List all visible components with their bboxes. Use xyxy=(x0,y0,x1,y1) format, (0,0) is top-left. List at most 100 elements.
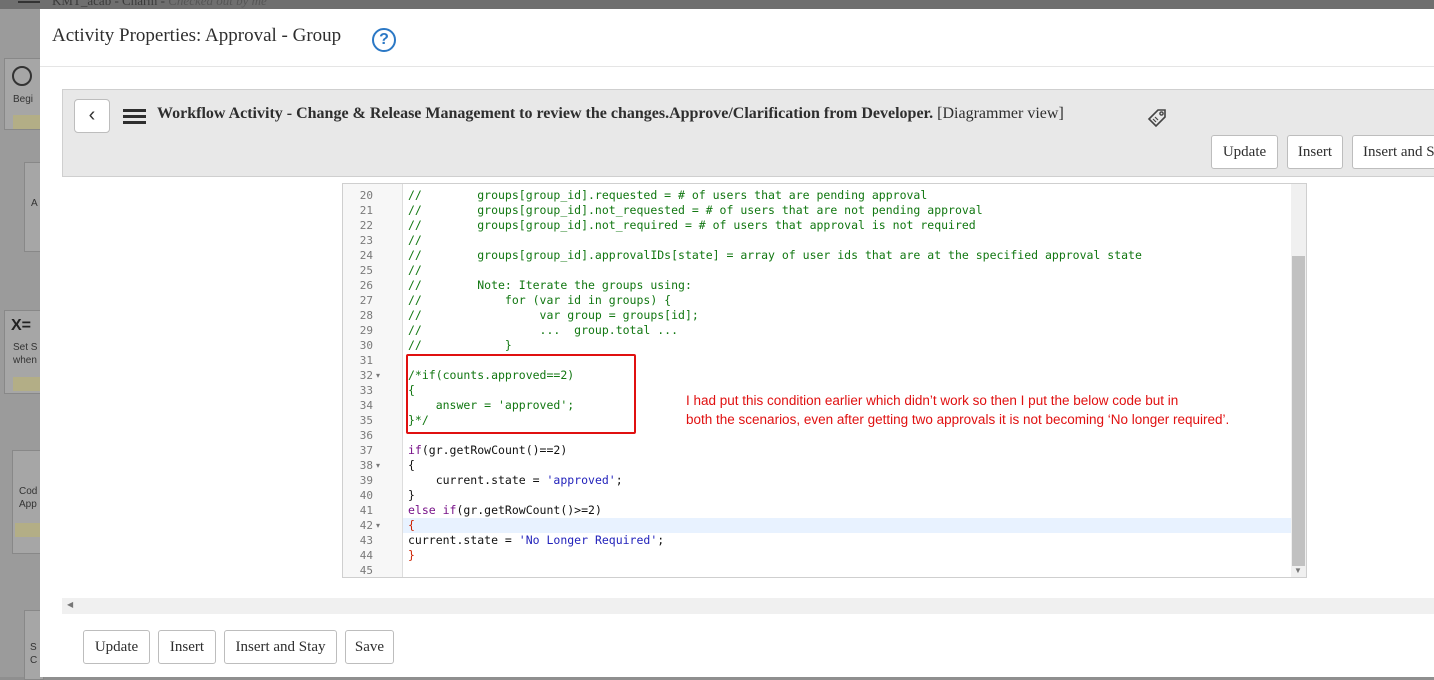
code-line[interactable]: // groups[group_id].not_requested = # of… xyxy=(403,203,1291,218)
bg-activity-begin: Begi xyxy=(4,58,45,130)
play-icon xyxy=(12,66,32,86)
line-number: 20 xyxy=(359,189,373,202)
code-token: current.state = xyxy=(408,533,519,547)
line-number: 31 xyxy=(359,354,373,367)
update-button-top[interactable]: Update xyxy=(1211,135,1278,169)
line-number: 45 xyxy=(359,564,373,577)
bg-card-label: S C xyxy=(30,642,38,666)
insert-and-stay-button[interactable]: Insert and Stay xyxy=(224,630,337,664)
code-line[interactable]: } xyxy=(403,488,1291,503)
line-number: 38 xyxy=(359,459,373,472)
code-token: { xyxy=(408,518,415,532)
annotation-text: I had put this condition earlier which d… xyxy=(686,391,1306,429)
line-number: 25 xyxy=(359,264,373,277)
scroll-left-arrow-icon[interactable]: ◀ xyxy=(67,600,73,609)
code-token: 'No Longer Required' xyxy=(518,533,658,547)
fold-arrow-icon[interactable]: ▾ xyxy=(376,458,380,473)
insert-button[interactable]: Insert xyxy=(158,630,216,664)
line-number: 37 xyxy=(359,444,373,457)
code-line[interactable]: else if(gr.getRowCount()>=2) xyxy=(403,503,1291,518)
insert-and-stay-button-top[interactable]: Insert and S xyxy=(1352,135,1434,169)
fold-arrow-icon[interactable]: ▾ xyxy=(376,368,380,383)
code-line[interactable]: // for (var id in groups) { xyxy=(403,293,1291,308)
code-token: if xyxy=(408,443,422,457)
line-number: 23 xyxy=(359,234,373,247)
code-token: // Note: Iterate the groups using: xyxy=(408,278,692,292)
bg-activity-set-values: X= Set S when xyxy=(4,310,45,394)
code-token: ; xyxy=(657,533,665,547)
back-button[interactable]: ‹ xyxy=(74,99,110,133)
code-line[interactable]: { xyxy=(403,518,1291,533)
annotation-line-2: both the scenarios, even after getting t… xyxy=(686,412,1230,427)
view-label: [Diagrammer view] xyxy=(937,105,1064,122)
line-number: 35 xyxy=(359,414,373,427)
code-token: // } xyxy=(408,338,512,352)
code-line[interactable]: // xyxy=(403,233,1291,248)
line-number: 41 xyxy=(359,504,373,517)
code-token: ; xyxy=(615,473,623,487)
set-values-icon: X= xyxy=(11,317,32,334)
code-line[interactable]: // } xyxy=(403,338,1291,353)
modal-header: Activity Properties: Approval - Group ? xyxy=(40,9,1434,67)
bg-card-label: Cod App xyxy=(19,486,38,510)
horizontal-scrollbar[interactable]: ◀ xyxy=(62,598,1434,614)
menu-icon[interactable] xyxy=(123,109,146,125)
code-line[interactable]: if(gr.getRowCount()==2) xyxy=(403,443,1291,458)
line-number: 36 xyxy=(359,429,373,442)
code-token: 'approved' xyxy=(546,473,616,487)
line-number: 27 xyxy=(359,294,373,307)
code-token: // for (var id in groups) { xyxy=(408,293,672,307)
code-line[interactable]: } xyxy=(403,548,1291,563)
code-token: } xyxy=(408,488,415,502)
line-number: 26 xyxy=(359,279,373,292)
code-token: // groups[group_id].not_required = # of … xyxy=(408,218,976,232)
code-line[interactable]: // groups[group_id].approvalIDs[state] =… xyxy=(403,248,1291,263)
background-menu-icon xyxy=(18,0,40,6)
bg-card-tag xyxy=(15,523,43,537)
code-line[interactable]: current.state = 'approved'; xyxy=(403,473,1291,488)
tag-icon[interactable] xyxy=(1145,106,1169,130)
code-line[interactable]: // groups[group_id].requested = # of use… xyxy=(403,188,1291,203)
line-number: 39 xyxy=(359,474,373,487)
line-number: 22 xyxy=(359,219,373,232)
line-number-gutter: 20 21 22 23 24 25 26 27 28 29 30 31 32 ▾ 33 34 35 36 37 38 ▾… xyxy=(343,184,403,577)
code-token: // groups[group_id].requested = # of use… xyxy=(408,188,928,202)
code-token: else if xyxy=(408,503,457,517)
form-title: Workflow Activity - Change & Release Man… xyxy=(157,105,1064,123)
code-line[interactable]: // ... group.total ... xyxy=(403,323,1291,338)
fold-arrow-icon[interactable]: ▾ xyxy=(376,518,380,533)
line-number: 21 xyxy=(359,204,373,217)
code-token: // groups[group_id].not_requested = # of… xyxy=(408,203,983,217)
code-token: // ... group.total ... xyxy=(408,323,679,337)
modal-title: Activity Properties: Approval - Group xyxy=(52,25,342,46)
code-token: { xyxy=(408,458,415,472)
code-line[interactable]: { xyxy=(403,458,1291,473)
annotation-line-1: I had put this condition earlier which d… xyxy=(686,393,1179,408)
code-line[interactable] xyxy=(403,563,1291,577)
background-title: KMT_acab - Charm - Checked out by me xyxy=(52,0,267,8)
code-line[interactable]: // var group = groups[id]; xyxy=(403,308,1291,323)
line-number: 43 xyxy=(359,534,373,547)
update-button[interactable]: Update xyxy=(83,630,150,664)
annotation-highlight-box xyxy=(406,354,636,434)
line-number: 32 xyxy=(359,369,373,382)
line-number: 44 xyxy=(359,549,373,562)
save-button[interactable]: Save xyxy=(345,630,394,664)
code-line[interactable]: // xyxy=(403,263,1291,278)
line-number: 40 xyxy=(359,489,373,502)
insert-button-top[interactable]: Insert xyxy=(1287,135,1343,169)
code-token: current.state = xyxy=(408,473,547,487)
line-number: 42 xyxy=(359,519,373,532)
help-icon[interactable]: ? xyxy=(372,28,396,52)
form-title-text: Workflow Activity - Change & Release Man… xyxy=(157,105,934,122)
form-header: ‹ Workflow Activity - Change & Release M… xyxy=(62,89,1434,177)
line-number: 30 xyxy=(359,339,373,352)
code-line[interactable]: // Note: Iterate the groups using: xyxy=(403,278,1291,293)
scroll-down-arrow-icon[interactable]: ▼ xyxy=(1294,566,1302,575)
code-line[interactable]: current.state = 'No Longer Required'; xyxy=(403,533,1291,548)
line-number: 29 xyxy=(359,324,373,337)
code-line[interactable]: // groups[group_id].not_required = # of … xyxy=(403,218,1291,233)
code-token: // var group = groups[id]; xyxy=(408,308,699,322)
code-token: (gr.getRowCount()==2) xyxy=(421,443,568,457)
bg-card-label: Begi xyxy=(13,94,34,105)
